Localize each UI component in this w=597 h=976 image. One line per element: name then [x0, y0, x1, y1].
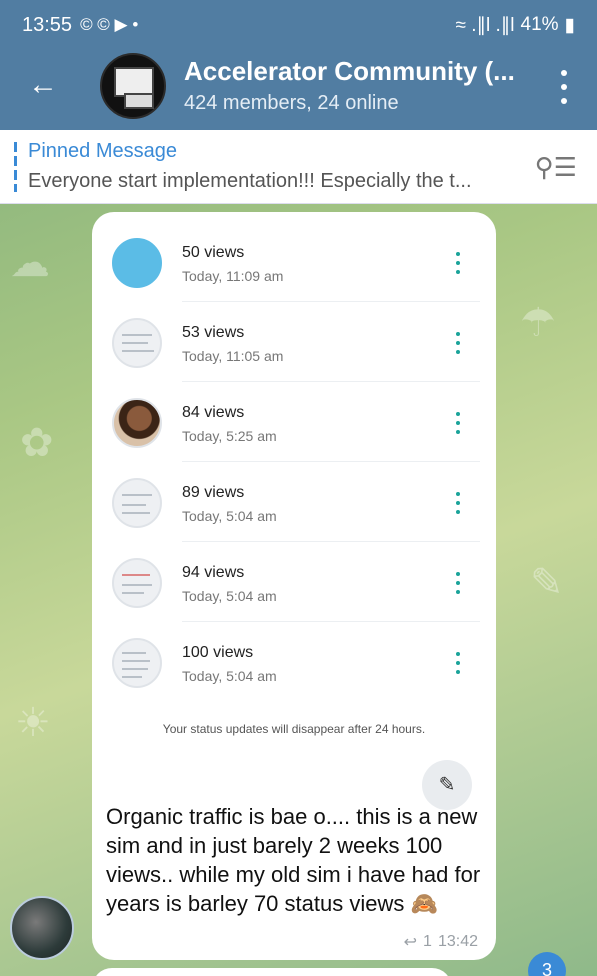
- battery-level: 41%: [520, 14, 559, 35]
- status-bar: 13:55 © © ▶ • ≈ .∥l .∥l 41% ▮: [0, 0, 597, 50]
- next-message-bubble[interactable]: [92, 968, 452, 976]
- status-thumbnail: [112, 478, 162, 528]
- status-thumbnail: [112, 398, 162, 448]
- background-doodle: ☂: [520, 301, 556, 345]
- avatar-graphic-2: [124, 93, 154, 109]
- background-doodle: ✿: [20, 421, 54, 465]
- notification-icons: © © ▶ •: [80, 15, 139, 34]
- status-time: Today, 5:04 am: [182, 508, 277, 524]
- pinned-message-bar[interactable]: Pinned Message Everyone start implementa…: [0, 130, 597, 204]
- status-views: 84 views: [182, 404, 245, 421]
- message-meta: ↩ 1 13:42: [404, 932, 478, 952]
- status-menu-icon[interactable]: [456, 252, 462, 274]
- unread-badge[interactable]: 3: [528, 952, 566, 976]
- status-time: Today, 5:25 am: [182, 428, 277, 444]
- reply-count: 1: [423, 933, 432, 950]
- status-views: 100 views: [182, 644, 254, 661]
- background-doodle: ✎: [530, 561, 564, 605]
- status-row[interactable]: 50 views Today, 11:09 am: [112, 222, 480, 302]
- status-row[interactable]: 89 views Today, 5:04 am: [112, 462, 480, 542]
- message-bubble[interactable]: 50 views Today, 11:09 am 53 views Today,…: [92, 212, 496, 960]
- reply-icon[interactable]: ↩: [404, 932, 417, 952]
- signal-icon: ≈ .∥l .∥l: [455, 14, 515, 36]
- status-time: Today, 11:09 am: [182, 268, 284, 284]
- status-row[interactable]: 84 views Today, 5:25 am: [112, 382, 480, 462]
- status-views: 50 views: [182, 244, 245, 261]
- battery-icon: ▮: [564, 14, 575, 36]
- sender-avatar[interactable]: [10, 896, 74, 960]
- message-time: 13:42: [437, 933, 478, 950]
- chat-header: ← Accelerator Community (... 424 members…: [0, 50, 597, 130]
- status-views: 89 views: [182, 484, 245, 501]
- status-views: 53 views: [182, 324, 245, 341]
- status-thumbnail: [112, 558, 162, 608]
- background-doodle: ☀: [15, 701, 51, 745]
- status-thumbnail: [112, 318, 162, 368]
- background-doodle: ☁: [10, 241, 50, 285]
- status-menu-icon[interactable]: [456, 412, 462, 434]
- clock: 13:55: [22, 13, 73, 36]
- chat-title[interactable]: Accelerator Community (...: [184, 56, 515, 87]
- chat-subtitle: 424 members, 24 online: [184, 92, 399, 114]
- status-time: Today, 11:05 am: [182, 348, 284, 364]
- status-row[interactable]: 53 views Today, 11:05 am: [112, 302, 480, 382]
- pinned-text: Everyone start implementation!!! Especia…: [28, 170, 472, 192]
- status-time: Today, 5:04 am: [182, 588, 277, 604]
- status-time: Today, 5:04 am: [182, 668, 277, 684]
- status-thumbnail: [112, 638, 162, 688]
- status-menu-icon[interactable]: [456, 492, 462, 514]
- status-views: 94 views: [182, 564, 245, 581]
- status-row[interactable]: 100 views Today, 5:04 am: [112, 622, 480, 702]
- status-thumbnail: [112, 238, 162, 288]
- system-indicators: ≈ .∥l .∥l 41% ▮: [456, 14, 576, 37]
- status-row[interactable]: 94 views Today, 5:04 am: [112, 542, 480, 622]
- pinned-title: Pinned Message: [28, 140, 177, 162]
- pinned-indicator: [14, 142, 17, 192]
- status-menu-icon[interactable]: [456, 652, 462, 674]
- back-arrow-icon[interactable]: ←: [28, 68, 62, 102]
- more-options-icon[interactable]: [559, 70, 569, 104]
- status-expiry-note: Your status updates will disappear after…: [162, 722, 426, 736]
- pinned-list-icon[interactable]: ⚲☰: [535, 152, 577, 183]
- status-menu-icon[interactable]: [456, 572, 462, 594]
- message-text: Organic traffic is bae o.... this is a n…: [106, 804, 481, 916]
- group-avatar[interactable]: [100, 53, 166, 119]
- status-menu-icon[interactable]: [456, 332, 462, 354]
